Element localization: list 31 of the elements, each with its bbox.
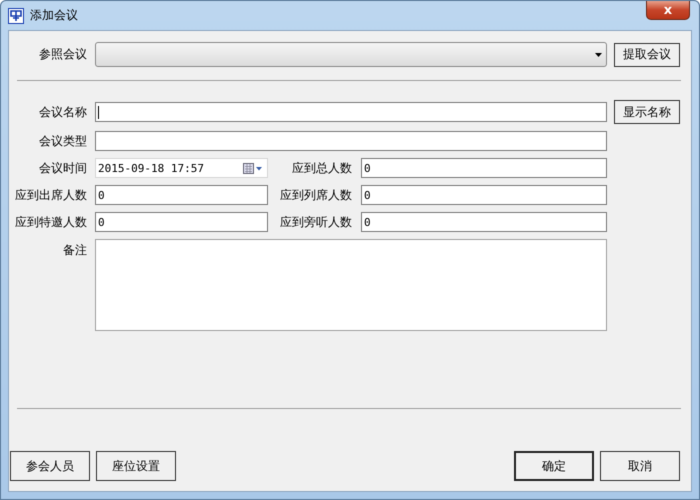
dropdown-arrow-icon <box>595 52 602 56</box>
dialog-button[interactable]: 座位设置 <box>96 451 176 481</box>
input-field[interactable]: 0 <box>95 185 268 205</box>
fetch-button[interactable]: 提取会议 <box>614 42 680 66</box>
field-label: 应到出席人数 <box>15 186 88 204</box>
dialog-button[interactable]: 确定 <box>514 451 594 481</box>
remarks-field[interactable] <box>95 239 607 331</box>
dialog-button[interactable]: 取消 <box>600 451 680 481</box>
close-button[interactable]: x <box>646 1 690 20</box>
field-label: 会议类型 <box>39 132 88 150</box>
input-field[interactable] <box>95 131 607 151</box>
input-field[interactable]: 0 <box>95 212 268 232</box>
dialog-button[interactable]: 参会人员 <box>10 451 90 481</box>
input-field[interactable]: 0 <box>361 158 607 178</box>
field-label: 应到总人数 <box>292 160 353 176</box>
field-label: 备注 <box>63 242 88 259</box>
window-title: 添加会议 <box>30 7 78 24</box>
field-label: 会议名称 <box>39 104 88 120</box>
date-picker[interactable]: 2015-09-18 17:57 <box>95 158 268 178</box>
field-label: 应到旁听人数 <box>280 214 353 230</box>
field-label: 应到列席人数 <box>280 186 353 204</box>
field-label: 应到特邀人数 <box>15 214 88 230</box>
dropdown[interactable] <box>95 42 607 67</box>
input-field[interactable]: 0 <box>361 212 607 232</box>
field-label: 会议时间 <box>39 160 88 176</box>
input-field[interactable] <box>95 102 607 122</box>
app-icon <box>8 8 24 24</box>
show-name-button[interactable]: 显示名称 <box>614 100 680 124</box>
calendar-icon <box>243 162 263 174</box>
input-field[interactable]: 0 <box>361 185 607 205</box>
field-label: 参照会议 <box>39 46 88 63</box>
